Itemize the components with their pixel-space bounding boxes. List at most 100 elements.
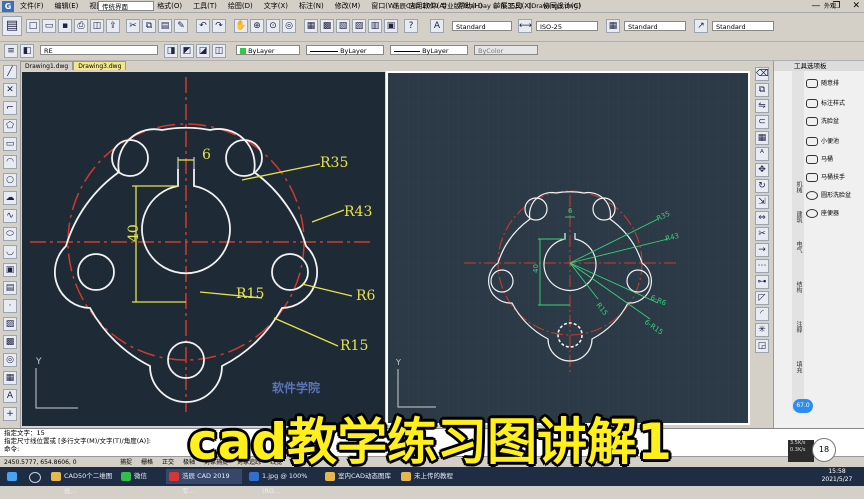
palette-item[interactable]: 圆形洗脸盆 [806, 191, 851, 200]
point-icon[interactable]: · [3, 299, 17, 313]
cut-icon[interactable]: ✂ [126, 19, 140, 33]
menu-item[interactable]: 修改(M) [335, 1, 361, 12]
rotate-icon[interactable]: ↻ [755, 179, 769, 193]
floating-assistant-badge[interactable]: 67.0 [793, 399, 813, 413]
chamfer-icon[interactable]: ◸ [755, 291, 769, 305]
copy-object-icon[interactable]: ⧉ [755, 83, 769, 97]
break-icon[interactable]: ⋯ [755, 259, 769, 273]
linetype-select[interactable]: ByLayer [306, 45, 384, 55]
maximize-button[interactable]: ❐ [832, 0, 840, 12]
taskbar-item[interactable]: CAD50个二维图纸... [48, 469, 114, 495]
tab-drawing3[interactable]: Drawing3.dwg [73, 61, 127, 70]
palette-tab-annotation[interactable]: 注释 [794, 321, 803, 333]
zoom-realtime-icon[interactable]: ⊕ [250, 19, 264, 33]
mtext-icon[interactable]: A [3, 389, 17, 403]
palette-item[interactable]: 小便池 [806, 137, 839, 146]
palette-item[interactable]: 马桶 [806, 155, 833, 164]
layer-state-icon[interactable]: ◧ [20, 44, 34, 58]
markup-icon[interactable]: ▥ [368, 19, 382, 33]
model-space-viewport[interactable]: 6 40 R35 R43 R15 6-R6 6-R15 Y [386, 71, 750, 425]
line-icon[interactable]: ╱ [3, 65, 17, 79]
mleader-style-icon[interactable]: ↗ [694, 19, 708, 33]
table-icon[interactable]: ▦ [3, 371, 17, 385]
tab-drawing1[interactable]: Drawing1.dwg [20, 61, 74, 70]
box-3d-icon[interactable]: ◲ [755, 339, 769, 353]
circle-icon[interactable]: ○ [3, 173, 17, 187]
table-style-icon[interactable]: ▦ [606, 19, 620, 33]
palette-item[interactable]: 马桶扶手 [806, 173, 845, 182]
copy-icon[interactable]: ⧉ [142, 19, 156, 33]
app-logo-icon[interactable]: G [2, 1, 14, 12]
calculator-icon[interactable]: ▣ [384, 19, 398, 33]
menu-item[interactable]: 文字(X) [264, 1, 288, 12]
extend-icon[interactable]: → [755, 243, 769, 257]
mirror-icon[interactable]: ⇋ [755, 99, 769, 113]
save-icon[interactable]: ▪ [58, 19, 72, 33]
arc-icon[interactable]: ◠ [3, 155, 17, 169]
palette-item[interactable]: 洗脸盆 [806, 117, 839, 126]
text-style-select[interactable]: Standard [452, 21, 512, 31]
ellipse-icon[interactable]: ⬭ [3, 227, 17, 241]
menu-item[interactable]: 标注(N) [299, 1, 324, 12]
region-icon[interactable]: ◎ [3, 353, 17, 367]
app-menu-icon[interactable]: ▤ [2, 16, 22, 36]
sheet-set-icon[interactable]: ▨ [352, 19, 366, 33]
design-center-icon[interactable]: ▩ [320, 19, 334, 33]
close-button[interactable]: ✕ [852, 0, 860, 12]
menu-item[interactable]: 绘图(D) [228, 1, 253, 12]
add-selected-icon[interactable]: + [3, 407, 17, 421]
explode-icon[interactable]: ✳ [755, 323, 769, 337]
palette-tab-structure[interactable]: 结构 [794, 281, 803, 293]
gradient-icon[interactable]: ▩ [3, 335, 17, 349]
polyline-icon[interactable]: ⌐ [3, 101, 17, 115]
pan-icon[interactable]: ✋ [234, 19, 248, 33]
menu-item[interactable]: 格式(O) [157, 1, 182, 12]
preview-icon[interactable]: ◫ [90, 19, 104, 33]
revcloud-icon[interactable]: ☁ [3, 191, 17, 205]
menu-item[interactable]: 工具(T) [193, 1, 217, 12]
polygon-icon[interactable]: ⬠ [3, 119, 17, 133]
color-select[interactable]: ByLayer [236, 45, 300, 55]
palette-tab-architecture[interactable]: 建筑 [794, 211, 803, 223]
plotstyle-select[interactable]: ByColor [474, 45, 538, 55]
text-style-icon[interactable]: A [430, 19, 444, 33]
palette-tab-hatch[interactable]: 填充 [794, 361, 803, 373]
layer-previous-icon[interactable]: ◩ [180, 44, 194, 58]
trim-icon[interactable]: ✂ [755, 227, 769, 241]
zoom-previous-icon[interactable]: ◎ [282, 19, 296, 33]
match-properties-icon[interactable]: ✎ [174, 19, 188, 33]
properties-icon[interactable]: ▦ [304, 19, 318, 33]
dim-style-icon[interactable]: ⟷ [518, 19, 532, 33]
palette-tab-electrical[interactable]: 电气 [794, 241, 803, 253]
workspace-select[interactable]: 传统界面 [98, 1, 154, 11]
clock[interactable]: 15:58 2021/5/27 [812, 468, 862, 484]
layer-select[interactable]: RE [40, 45, 158, 55]
hatch-icon[interactable]: ▨ [3, 317, 17, 331]
insert-block-icon[interactable]: ▣ [3, 263, 17, 277]
fillet-icon[interactable]: ◜ [755, 307, 769, 321]
ellipse-arc-icon[interactable]: ◡ [3, 245, 17, 259]
table-style-select[interactable]: Standard [624, 21, 686, 31]
palette-tab-mechanical[interactable]: 机械 [794, 181, 803, 193]
make-current-layer-icon[interactable]: ◨ [164, 44, 178, 58]
start-button[interactable] [4, 469, 22, 484]
new-file-icon[interactable]: □ [26, 19, 40, 33]
menu-item[interactable]: 文件(F) [20, 1, 44, 12]
join-icon[interactable]: ⊶ [755, 275, 769, 289]
scale-icon[interactable]: ⇲ [755, 195, 769, 209]
rectangle-icon[interactable]: ▭ [3, 137, 17, 151]
spline-icon[interactable]: ∿ [3, 209, 17, 223]
redo-icon[interactable]: ↷ [212, 19, 226, 33]
layer-walk-icon[interactable]: ◫ [212, 44, 226, 58]
search-button[interactable] [26, 469, 44, 484]
minimize-button[interactable]: — [811, 0, 820, 12]
palette-item[interactable]: 随意排 [806, 79, 839, 88]
dim-style-select[interactable]: ISO-25 [536, 21, 598, 31]
help-icon[interactable]: ? [404, 19, 418, 33]
dim-abc-icon[interactable]: ᴬ [755, 147, 769, 161]
reference-drawing-viewport[interactable]: 6 40 R35 R43 R15 R6 R15 软件学院 Y [21, 71, 386, 427]
array-icon[interactable]: ▦ [755, 131, 769, 145]
layer-manager-icon[interactable]: ≡ [4, 44, 18, 58]
offset-icon[interactable]: ⊂ [755, 115, 769, 129]
move-icon[interactable]: ✥ [755, 163, 769, 177]
